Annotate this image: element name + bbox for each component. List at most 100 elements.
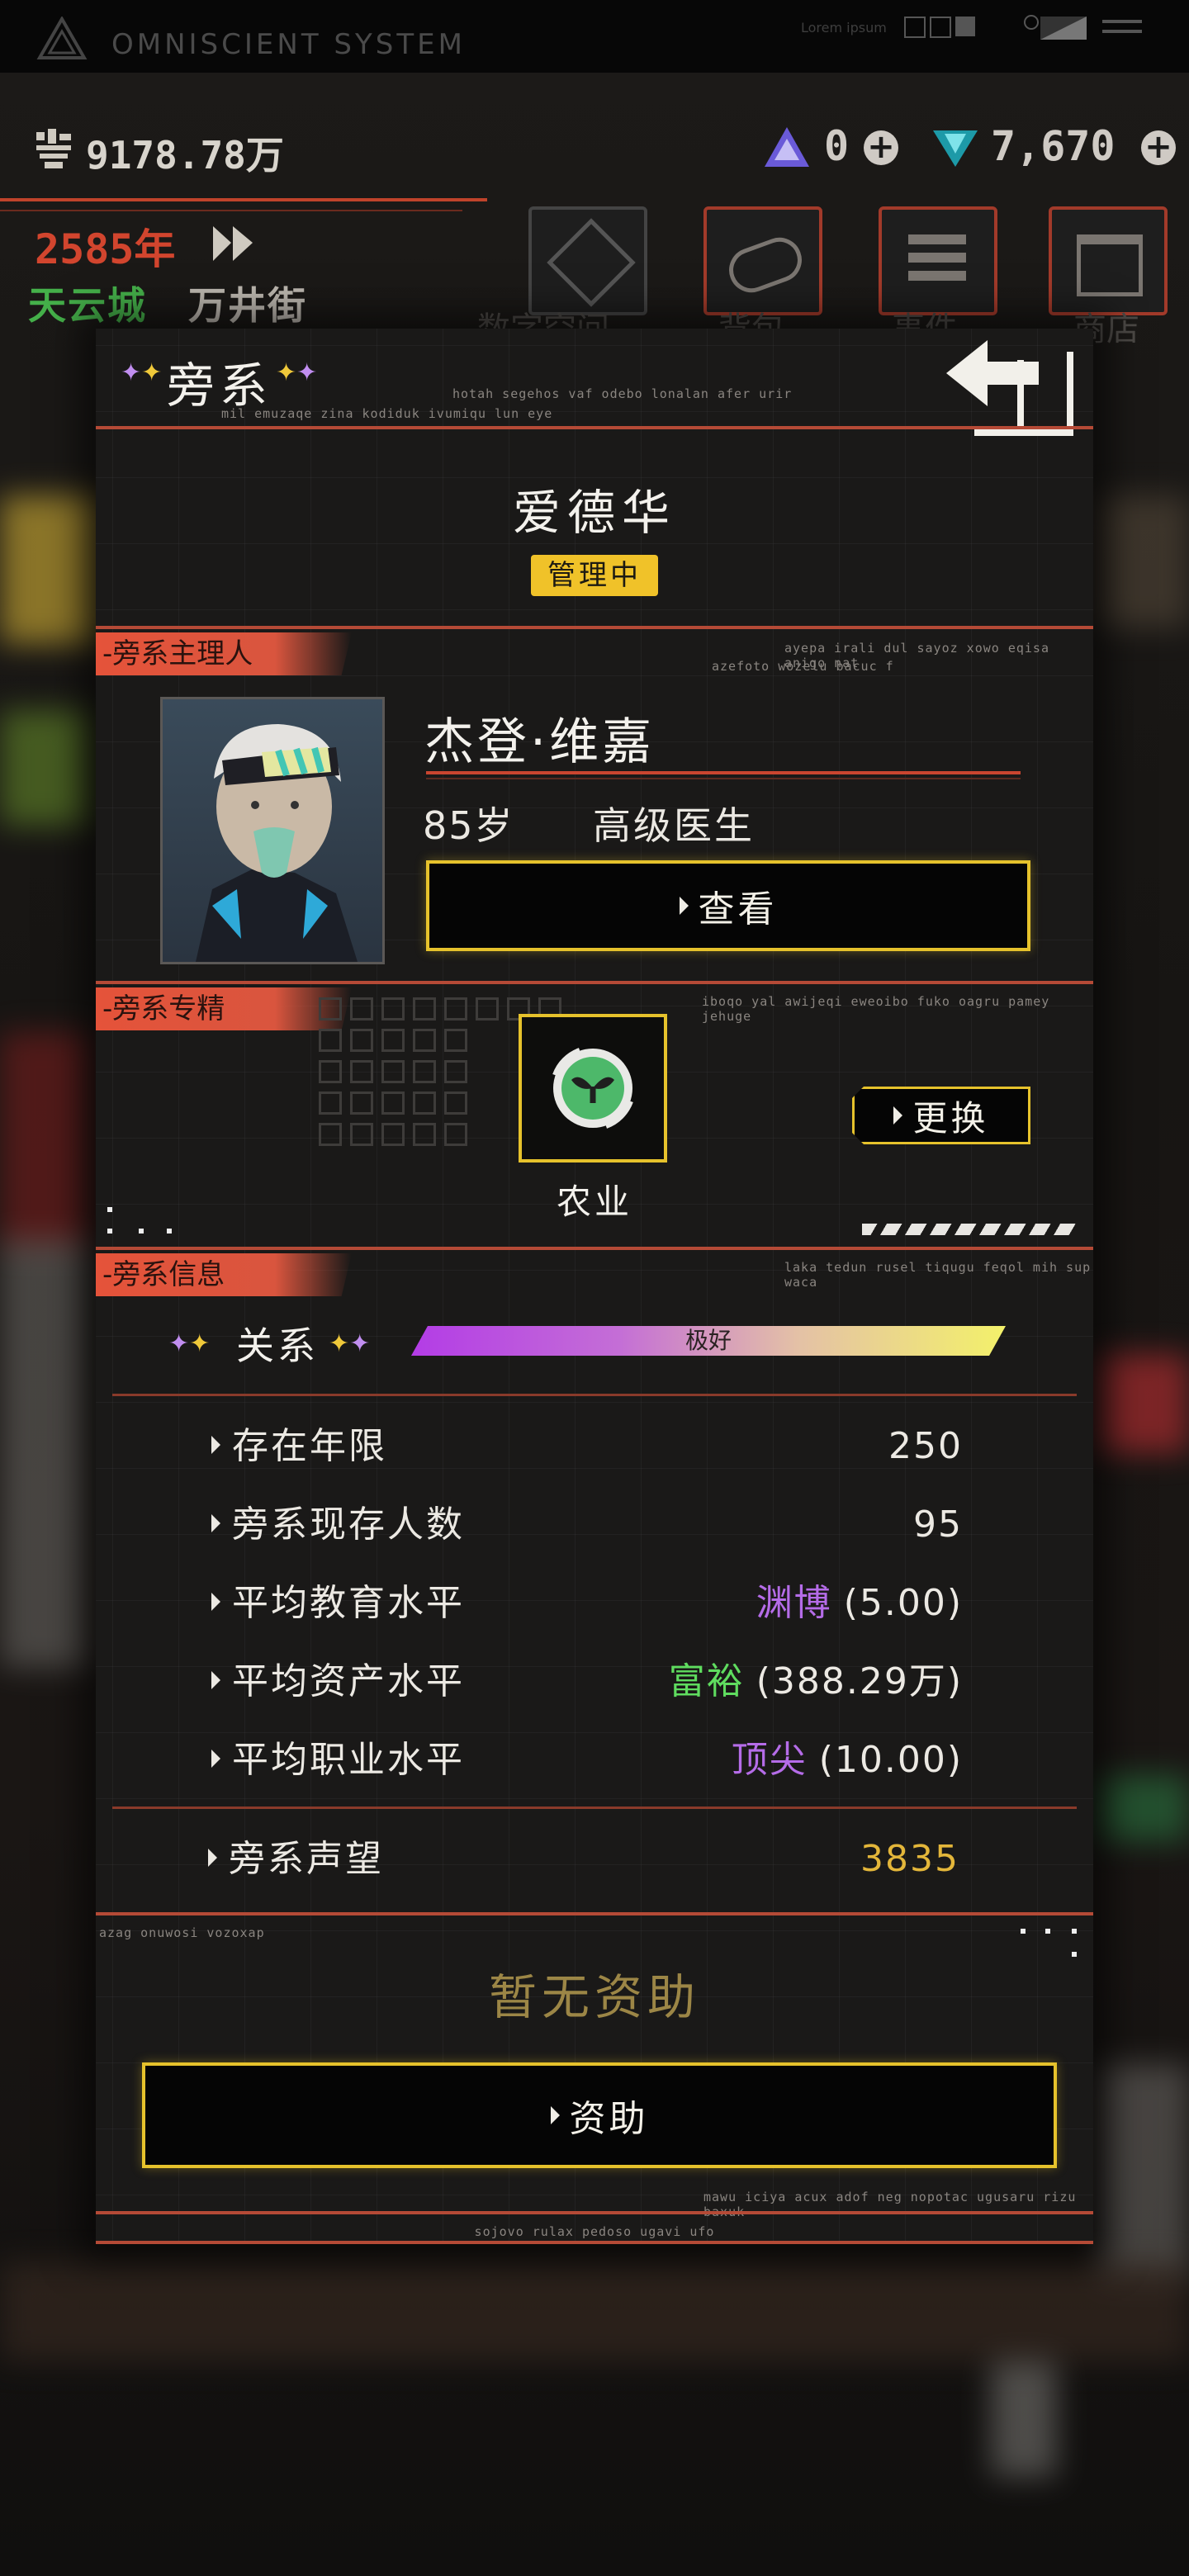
title-micro-text: hotah segehos vaf odebo lonalan afer uri… (452, 386, 793, 401)
grid-square (413, 1123, 436, 1146)
add-diamond-button[interactable]: + (1141, 130, 1176, 165)
nav-digital-space-button[interactable] (528, 206, 647, 315)
nav-shop-button[interactable] (1049, 206, 1168, 315)
section-divider (96, 1247, 1093, 1250)
relation-bar: 极好 (411, 1326, 1006, 1356)
grid-square (381, 997, 405, 1020)
list-icon (908, 253, 966, 263)
family-name: 爱德华 (512, 485, 676, 541)
section-tag-specialty: -旁系专精 (96, 987, 352, 1030)
triangle-right-icon (211, 1671, 220, 1689)
diamond-icon (933, 130, 978, 167)
grid-square (350, 1091, 373, 1115)
grid-square (444, 1123, 467, 1146)
row-label: 旁系现存人数 (232, 1503, 465, 1546)
grid-square (350, 1029, 373, 1052)
add-crystal-button[interactable]: + (864, 130, 898, 165)
reputation-value: 3835 (860, 1838, 959, 1880)
top-bar: OMNISCIENT SYSTEM Lorem ipsum (0, 0, 1189, 73)
row-label: 平均教育水平 (232, 1582, 465, 1624)
grid-square (444, 1029, 467, 1052)
grid-square (413, 1091, 436, 1115)
reputation-label: 旁系声望 (229, 1838, 384, 1880)
specialty-name: 农业 (556, 1181, 632, 1222)
triangle-right-icon (211, 1436, 220, 1454)
section-divider (96, 2211, 1093, 2214)
grid-square (413, 997, 436, 1020)
list-icon (908, 234, 966, 244)
menu-line-icon (1102, 20, 1142, 23)
section-divider (96, 626, 1093, 629)
info-divider (112, 1394, 1077, 1396)
view-button-label: 查看 (698, 888, 778, 930)
stripe-decoration (862, 1224, 1078, 1235)
battery-icon (1040, 17, 1087, 40)
window-box-icon[interactable] (904, 17, 926, 38)
grid-square (381, 1060, 405, 1083)
grid-square (319, 1029, 342, 1052)
sprout-icon (552, 1048, 633, 1129)
view-leader-button[interactable]: 查看 (426, 860, 1030, 951)
fast-forward-icon[interactable] (210, 223, 256, 264)
grid-square (381, 1091, 405, 1115)
cube-icon (547, 218, 636, 307)
row-value: 250 (888, 1425, 963, 1467)
triangle-right-icon (679, 897, 689, 915)
sponsor-button[interactable]: 资助 (142, 2062, 1057, 2168)
row-value: (5.00) (843, 1582, 963, 1624)
leader-avatar[interactable] (160, 697, 385, 964)
window-close-icon[interactable] (930, 17, 951, 38)
money-value: 9178.78万 (86, 133, 284, 178)
section-divider (96, 981, 1093, 984)
lorem-text: Lorem ipsum (801, 20, 887, 36)
leader-micro-text: azefoto wozelu bacuc f (712, 659, 894, 674)
bag-icon (722, 231, 808, 299)
status-badge: 管理中 (531, 555, 658, 596)
specialty-micro-text: iboqo yal awijeqi eweoibo fuko oagru pam… (702, 994, 1050, 1024)
row-value: (388.29万) (756, 1660, 963, 1702)
row-tier: 富裕 (668, 1660, 745, 1702)
system-logo-icon (36, 17, 88, 59)
dot-decoration (139, 1229, 144, 1234)
dot-decoration (167, 1229, 172, 1234)
info-row: 平均职业水平 顶尖 (10.00) (211, 1735, 963, 1785)
grid-square (350, 1060, 373, 1083)
footer-micro-text: sojovo rulax pedoso ugavi ufo (474, 2224, 715, 2239)
back-arrow-icon[interactable] (941, 335, 1077, 441)
grid-square (444, 1060, 467, 1083)
triangle-right-icon (208, 1849, 217, 1867)
specialty-icon-frame[interactable] (519, 1014, 667, 1163)
window-fill-icon (955, 17, 975, 36)
relation-label: 关系 (236, 1324, 319, 1368)
sponsor-button-label: 资助 (569, 2098, 649, 2140)
title-micro-text: mil emuzaqe zina kodiduk ivumiqu lun eye (221, 406, 553, 421)
leader-portrait-image (196, 724, 358, 962)
crystal-value: 0 (824, 122, 850, 170)
info-divider (112, 1807, 1077, 1809)
row-value: 95 (913, 1503, 963, 1546)
row-value: (10.00) (818, 1739, 963, 1781)
menu-line-icon (1102, 30, 1142, 33)
nav-backpack-button[interactable] (703, 206, 822, 315)
change-specialty-button[interactable]: 更换 (852, 1087, 1030, 1144)
grid-square (350, 997, 373, 1020)
grid-square (319, 1060, 342, 1083)
dot-decoration (1021, 1929, 1026, 1934)
grid-square (350, 1123, 373, 1146)
dot-decoration (1045, 1929, 1050, 1934)
leader-job: 高级医生 (593, 803, 755, 848)
grid-square (413, 1060, 436, 1083)
grid-square (444, 1091, 467, 1115)
row-tier: 渊博 (756, 1582, 832, 1624)
info-row: 平均资产水平 富裕 (388.29万) (211, 1657, 963, 1707)
dot-decoration (1072, 1952, 1077, 1957)
row-label: 平均职业水平 (232, 1739, 465, 1781)
relation-sparkle-icon: ✦✦ (168, 1329, 211, 1358)
relation-sparkle-icon: ✦✦ (329, 1329, 371, 1358)
section-divider (96, 426, 1093, 429)
dot-decoration (1072, 1929, 1077, 1934)
nav-events-button[interactable] (879, 206, 997, 315)
location-street: 万井街 (188, 283, 307, 328)
dot-decoration (107, 1207, 112, 1212)
branch-family-panel: ✦✦ 旁系 ✦✦ hotah segehos vaf odebo lonalan… (96, 329, 1093, 2244)
